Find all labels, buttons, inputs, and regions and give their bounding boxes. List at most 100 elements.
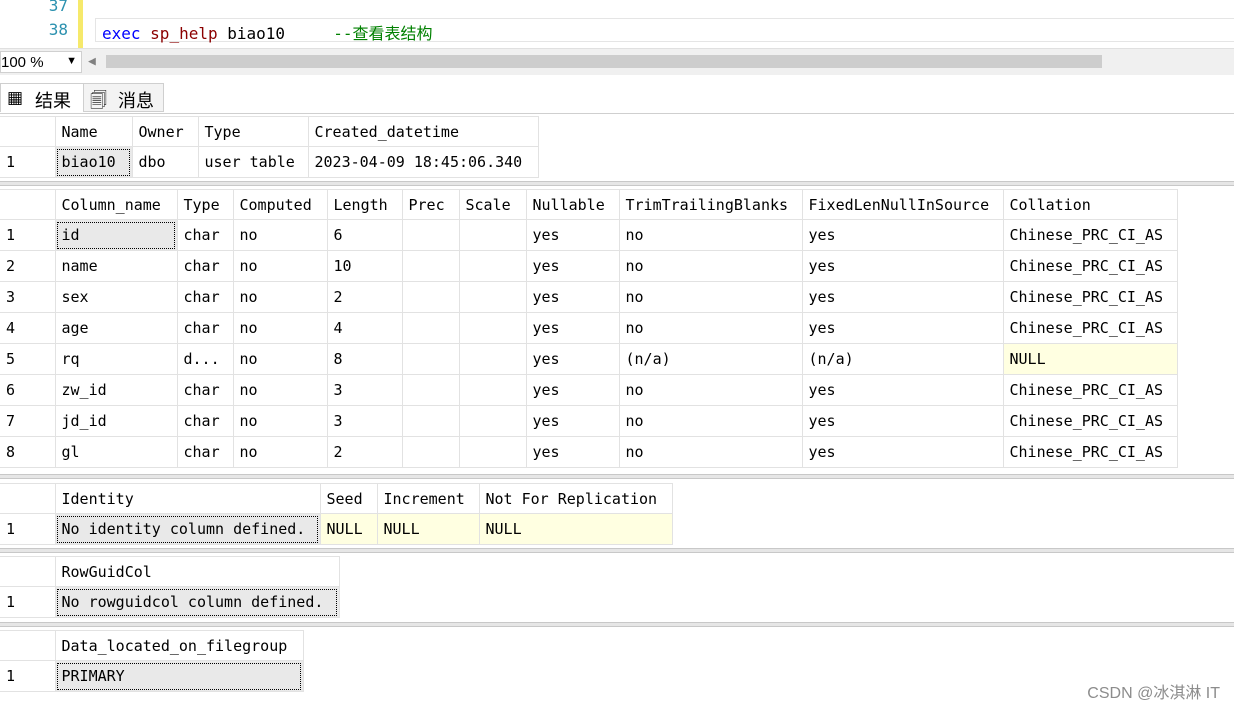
- grid-cell[interactable]: no: [618, 436, 803, 468]
- column-header[interactable]: Column_name: [54, 189, 178, 220]
- grid-splitter[interactable]: [0, 181, 1234, 186]
- grid-cell[interactable]: char: [176, 374, 234, 406]
- grid-cell[interactable]: NULL: [1002, 343, 1178, 375]
- column-header[interactable]: TrimTrailingBlanks: [618, 189, 803, 220]
- column-header[interactable]: Increment: [376, 483, 480, 514]
- table-row[interactable]: 4 age char no 4 yes no yes Chinese_PRC_CI_AS: [0, 312, 1178, 344]
- column-header[interactable]: FixedLenNullInSource: [801, 189, 1004, 220]
- grid-cell[interactable]: [458, 343, 527, 375]
- grid-cell[interactable]: yes: [525, 436, 620, 468]
- row-number[interactable]: 8: [0, 436, 56, 468]
- table-row[interactable]: 6 zw_id char no 3 yes no yes Chinese_PRC_CI_AS: [0, 374, 1178, 406]
- grid-cell[interactable]: dbo: [131, 146, 199, 178]
- column-header[interactable]: Nullable: [525, 189, 620, 220]
- row-number[interactable]: 1: [0, 660, 56, 692]
- row-number[interactable]: 1: [0, 219, 56, 251]
- grid-cell[interactable]: 8: [326, 343, 403, 375]
- grid-cell[interactable]: [401, 374, 460, 406]
- grid-cell[interactable]: Chinese_PRC_CI_AS: [1002, 436, 1178, 468]
- row-number[interactable]: 1: [0, 513, 56, 545]
- grid-cell[interactable]: no: [232, 343, 328, 375]
- grid-cell[interactable]: age: [54, 312, 178, 344]
- grid-splitter[interactable]: [0, 622, 1234, 627]
- grid-cell[interactable]: Chinese_PRC_CI_AS: [1002, 219, 1178, 251]
- row-number[interactable]: 6: [0, 374, 56, 406]
- grid-cell[interactable]: no: [618, 312, 803, 344]
- table-row[interactable]: 1 No rowguidcol column defined.: [0, 586, 340, 618]
- row-number[interactable]: 3: [0, 281, 56, 313]
- zoom-select[interactable]: 100 % ▼: [0, 51, 82, 73]
- column-header[interactable]: Created_datetime: [307, 116, 539, 147]
- column-header[interactable]: RowGuidCol: [54, 556, 340, 587]
- grid-cell[interactable]: no: [232, 405, 328, 437]
- column-header[interactable]: Type: [197, 116, 309, 147]
- grid-cell[interactable]: (n/a): [618, 343, 803, 375]
- grid-cell[interactable]: yes: [525, 219, 620, 251]
- grid-cell[interactable]: no: [618, 219, 803, 251]
- grid-cell[interactable]: no: [232, 312, 328, 344]
- grid-cell[interactable]: char: [176, 219, 234, 251]
- query-editor[interactable]: 37 38 exec sp_help biao10 --查看表结构: [0, 0, 1234, 48]
- grid-cell[interactable]: no: [618, 374, 803, 406]
- current-code-line[interactable]: exec sp_help biao10 --查看表结构: [95, 18, 1234, 43]
- grid-cell[interactable]: no: [618, 250, 803, 282]
- grid-cell[interactable]: yes: [801, 374, 1004, 406]
- grid-cell[interactable]: char: [176, 436, 234, 468]
- grid-cell[interactable]: char: [176, 312, 234, 344]
- grid-cell[interactable]: Chinese_PRC_CI_AS: [1002, 374, 1178, 406]
- row-number[interactable]: 1: [0, 586, 56, 618]
- grid-cell[interactable]: no: [232, 281, 328, 313]
- table-row[interactable]: 3 sex char no 2 yes no yes Chinese_PRC_CI_AS: [0, 281, 1178, 313]
- grid-cell[interactable]: no: [232, 436, 328, 468]
- grid-cell[interactable]: Chinese_PRC_CI_AS: [1002, 281, 1178, 313]
- grid-cell[interactable]: no: [232, 374, 328, 406]
- grid-cell[interactable]: [401, 436, 460, 468]
- grid-cell[interactable]: 3: [326, 405, 403, 437]
- grid-cell[interactable]: yes: [801, 219, 1004, 251]
- table-row[interactable]: 1 id char no 6 yes no yes Chinese_PRC_CI_AS: [0, 219, 1178, 251]
- grid-cell[interactable]: [458, 405, 527, 437]
- grid-cell[interactable]: [458, 250, 527, 282]
- grid-cell[interactable]: Chinese_PRC_CI_AS: [1002, 312, 1178, 344]
- column-header[interactable]: Scale: [458, 189, 527, 220]
- grid-cell[interactable]: name: [54, 250, 178, 282]
- grid-cell[interactable]: no: [618, 405, 803, 437]
- column-header[interactable]: Length: [326, 189, 403, 220]
- grid-cell[interactable]: yes: [525, 250, 620, 282]
- grid-cell[interactable]: [458, 281, 527, 313]
- grid-cell[interactable]: NULL: [376, 513, 480, 545]
- table-row[interactable]: 7 jd_id char no 3 yes no yes Chinese_PRC_CI_AS: [0, 405, 1178, 437]
- column-header[interactable]: Name: [54, 116, 133, 147]
- grid-cell[interactable]: [401, 281, 460, 313]
- grid-splitter[interactable]: [0, 474, 1234, 479]
- row-number[interactable]: 7: [0, 405, 56, 437]
- grid-cell[interactable]: No rowguidcol column defined.: [54, 586, 340, 618]
- table-row[interactable]: 8 gl char no 2 yes no yes Chinese_PRC_CI_AS: [0, 436, 1178, 468]
- grid-cell[interactable]: char: [176, 281, 234, 313]
- grid-cell[interactable]: 2: [326, 436, 403, 468]
- grid-cell[interactable]: yes: [801, 250, 1004, 282]
- row-number[interactable]: 1: [0, 146, 56, 178]
- grid-cell[interactable]: yes: [801, 281, 1004, 313]
- grid-cell[interactable]: 2: [326, 281, 403, 313]
- grid-cell[interactable]: NULL: [319, 513, 378, 545]
- grid-cell[interactable]: yes: [525, 312, 620, 344]
- column-header[interactable]: Not For Replication: [478, 483, 673, 514]
- scrollbar-thumb[interactable]: [106, 55, 1102, 68]
- grid-cell[interactable]: yes: [525, 281, 620, 313]
- grid-cell[interactable]: sex: [54, 281, 178, 313]
- grid-cell[interactable]: yes: [525, 405, 620, 437]
- scroll-left-icon[interactable]: ◀: [88, 54, 96, 69]
- grid-cell[interactable]: [401, 219, 460, 251]
- table-row[interactable]: 1 PRIMARY: [0, 660, 304, 692]
- editor-horizontal-scrollbar[interactable]: 100 % ▼ ◀: [0, 48, 1234, 75]
- grid-cell[interactable]: (n/a): [801, 343, 1004, 375]
- grid-cell[interactable]: yes: [801, 405, 1004, 437]
- grid-cell[interactable]: yes: [525, 374, 620, 406]
- row-number[interactable]: 2: [0, 250, 56, 282]
- grid-cell[interactable]: char: [176, 250, 234, 282]
- grid-cell[interactable]: 4: [326, 312, 403, 344]
- grid-cell[interactable]: [458, 374, 527, 406]
- grid-cell[interactable]: [401, 343, 460, 375]
- grid-cell[interactable]: NULL: [478, 513, 673, 545]
